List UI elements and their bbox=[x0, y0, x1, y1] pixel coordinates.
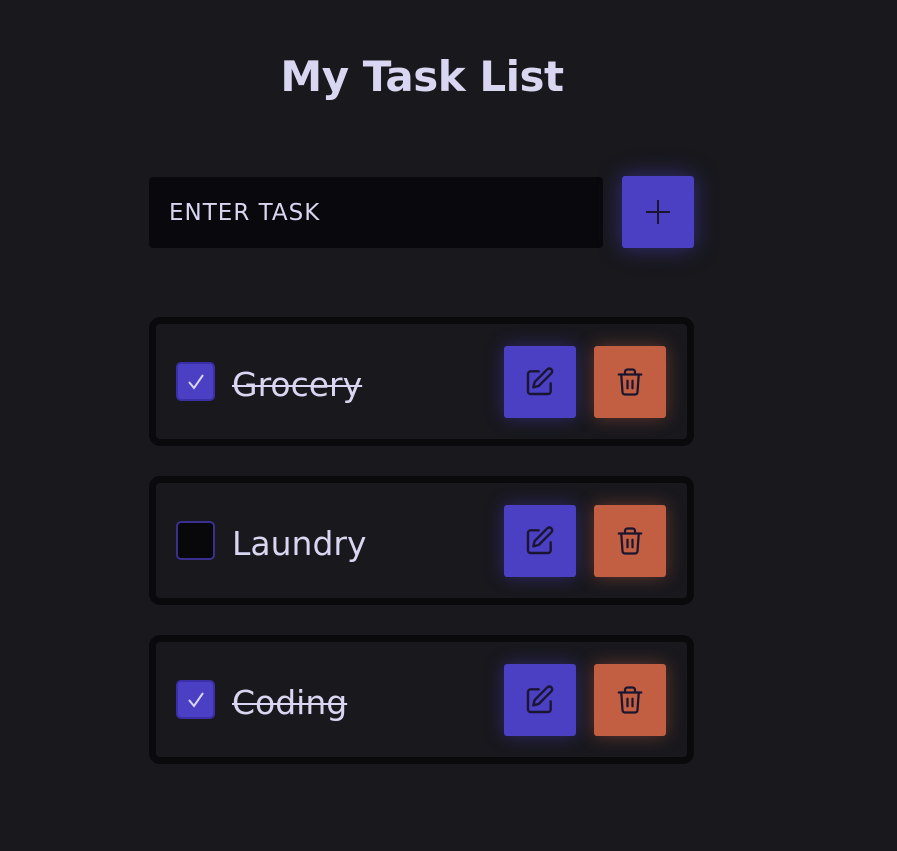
task-item: Laundry bbox=[149, 476, 694, 605]
trash-icon bbox=[617, 527, 643, 555]
page-title: My Task List bbox=[280, 52, 564, 101]
task-item: Coding bbox=[149, 635, 694, 764]
check-icon bbox=[187, 373, 204, 390]
delete-task-button[interactable] bbox=[594, 505, 666, 577]
task-checkbox[interactable] bbox=[176, 521, 215, 560]
task-checkbox[interactable] bbox=[176, 362, 215, 401]
trash-icon bbox=[617, 368, 643, 396]
task-input[interactable] bbox=[149, 177, 603, 248]
task-app: My Task List Grocery bbox=[0, 0, 897, 851]
task-label: Grocery bbox=[232, 365, 363, 404]
pencil-square-icon bbox=[526, 526, 554, 555]
edit-task-button[interactable] bbox=[504, 664, 576, 736]
task-label: Laundry bbox=[232, 524, 367, 563]
pencil-square-icon bbox=[526, 685, 554, 714]
delete-task-button[interactable] bbox=[594, 664, 666, 736]
task-label: Coding bbox=[232, 683, 348, 722]
task-item: Grocery bbox=[149, 317, 694, 446]
trash-icon bbox=[617, 686, 643, 714]
plus-icon bbox=[646, 200, 670, 224]
task-checkbox[interactable] bbox=[176, 680, 215, 719]
pencil-square-icon bbox=[526, 367, 554, 396]
edit-task-button[interactable] bbox=[504, 346, 576, 418]
edit-task-button[interactable] bbox=[504, 505, 576, 577]
delete-task-button[interactable] bbox=[594, 346, 666, 418]
add-task-button[interactable] bbox=[622, 176, 694, 248]
check-icon bbox=[187, 691, 204, 708]
